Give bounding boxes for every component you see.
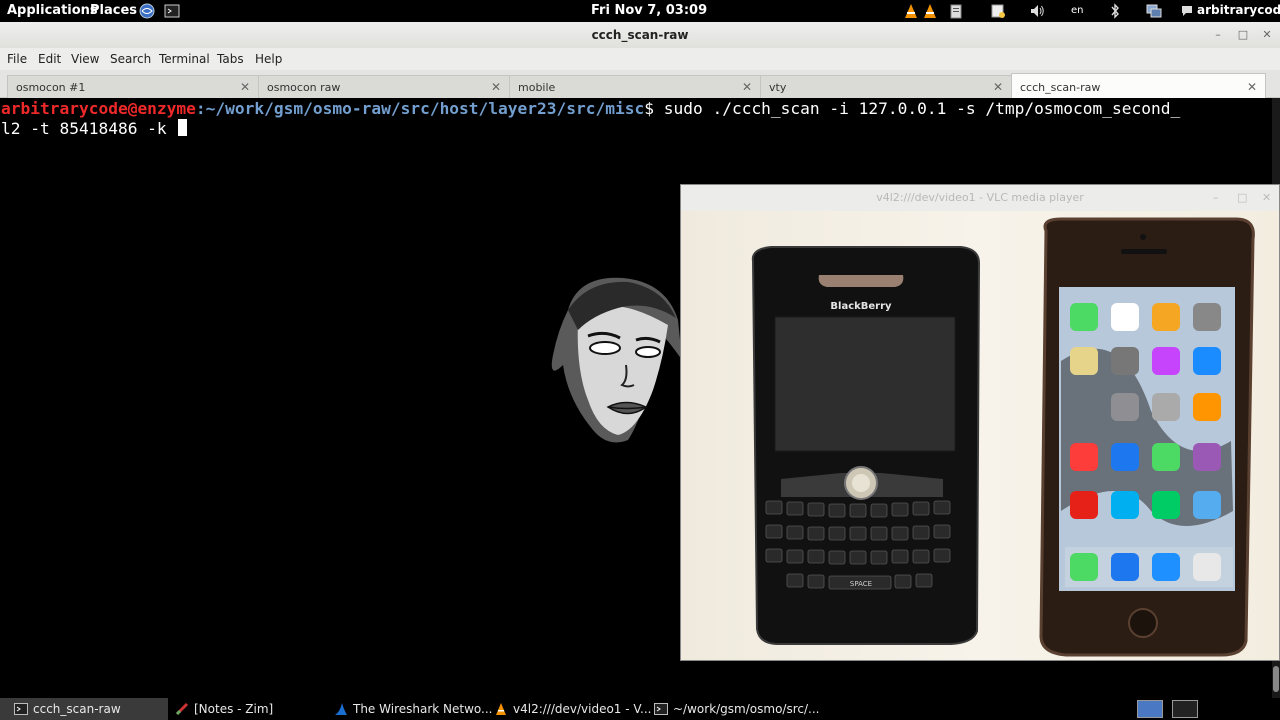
prompt-symbol: $: [644, 99, 654, 118]
volume-icon[interactable]: [1029, 3, 1045, 19]
close-tab-icon[interactable]: ✕: [1247, 80, 1257, 94]
prompt-path: :~/work/gsm/osmo-raw/src/host/layer23/sr…: [195, 99, 645, 118]
bluetooth-icon[interactable]: [1107, 3, 1123, 19]
task-notes-zim[interactable]: [Notes - Zim]: [161, 698, 321, 720]
maximize-icon[interactable]: □: [1235, 27, 1251, 43]
clock[interactable]: Fri Nov 7, 03:09: [591, 3, 707, 18]
browser-icon[interactable]: [139, 3, 155, 19]
close-icon[interactable]: ✕: [1259, 27, 1275, 43]
menu-search[interactable]: Search: [110, 52, 151, 66]
zim-icon: [175, 702, 189, 716]
prompt-user: arbitrarycode@enzyme: [1, 99, 196, 118]
chat-icon[interactable]: [1181, 3, 1193, 19]
terminal-icon: [654, 703, 668, 715]
keyboard-layout[interactable]: en: [1071, 5, 1084, 16]
menu-edit[interactable]: Edit: [38, 52, 61, 66]
command-line-1: sudo ./ccch_scan -i 127.0.0.1 -s /tmp/os…: [653, 99, 1181, 118]
task-ccch-scan-raw[interactable]: ccch_scan-raw: [0, 698, 168, 720]
tab-ccch-scan-raw[interactable]: ccch_scan-raw ✕: [1011, 73, 1266, 98]
menu-help[interactable]: Help: [255, 52, 282, 66]
vlc-title: v4l2:///dev/video1 - VLC media player: [876, 191, 1084, 204]
vlc-window[interactable]: v4l2:///dev/video1 - VLC media player – …: [680, 184, 1280, 661]
iphone-phone: [1039, 217, 1255, 657]
tab-label: mobile: [518, 81, 556, 94]
tab-osmocon-raw[interactable]: osmocon raw ✕: [258, 75, 510, 98]
tab-label: vty: [769, 81, 787, 94]
wireshark-icon: [335, 703, 347, 715]
workspace-2[interactable]: [1172, 700, 1198, 718]
user-menu[interactable]: arbitrarycode: [1197, 3, 1280, 17]
terminal-icon: [14, 703, 28, 715]
notes-icon[interactable]: [990, 3, 1006, 19]
task-label: ccch_scan-raw: [33, 702, 121, 716]
video-content: BlackBerry SPACE: [751, 217, 1255, 657]
text-cursor: [178, 119, 188, 136]
tab-vty[interactable]: vty ✕: [760, 75, 1012, 98]
workspace-1[interactable]: [1137, 700, 1163, 718]
space-key-label: SPACE: [850, 580, 872, 588]
window-title: ccch_scan-raw: [591, 28, 689, 42]
vlc-cone-icon[interactable]: [903, 3, 919, 19]
tab-label: ccch_scan-raw: [1020, 81, 1101, 94]
face-illustration: [551, 277, 682, 443]
tab-osmocon-1[interactable]: osmocon #1 ✕: [7, 75, 259, 98]
terminal-tabbar: osmocon #1 ✕ osmocon raw ✕ mobile ✕ vty …: [0, 70, 1280, 98]
task-label: [Notes - Zim]: [194, 702, 274, 716]
tab-label: osmocon raw: [267, 81, 341, 94]
vlc-minimize-icon[interactable]: –: [1213, 185, 1219, 211]
close-tab-icon[interactable]: ✕: [742, 80, 752, 94]
tab-label: osmocon #1: [16, 81, 86, 94]
blackberry-label: BlackBerry: [830, 301, 892, 312]
task-label: ~/work/gsm/osmo/src/...: [673, 702, 820, 716]
menu-terminal[interactable]: Terminal: [159, 52, 210, 66]
close-tab-icon[interactable]: ✕: [993, 80, 1003, 94]
terminal-launcher-icon[interactable]: [164, 3, 180, 19]
menu-tabs[interactable]: Tabs: [217, 52, 244, 66]
blackberry-phone: BlackBerry SPACE: [751, 246, 981, 645]
vlc-titlebar[interactable]: v4l2:///dev/video1 - VLC media player – …: [681, 185, 1279, 211]
task-terminal-osmo[interactable]: ~/work/gsm/osmo/src/...: [640, 698, 820, 720]
task-label: The Wireshark Netwo...: [353, 702, 493, 716]
top-panel: Applications Places Fri Nov 7, 03:09 en …: [0, 0, 1280, 22]
window-titlebar[interactable]: ccch_scan-raw – □ ✕: [0, 22, 1280, 48]
menubar: File Edit View Search Terminal Tabs Help: [0, 48, 1280, 70]
menu-view[interactable]: View: [71, 52, 99, 66]
vlc-maximize-icon[interactable]: □: [1237, 185, 1247, 211]
vlc-close-icon[interactable]: ✕: [1262, 185, 1271, 211]
network-icon[interactable]: [1146, 3, 1162, 19]
close-tab-icon[interactable]: ✕: [240, 80, 250, 94]
close-tab-icon[interactable]: ✕: [491, 80, 501, 94]
video-frame[interactable]: BlackBerry SPACE: [681, 211, 1279, 660]
task-label: v4l2:///dev/video1 - V...: [513, 702, 652, 716]
minimize-icon[interactable]: –: [1210, 27, 1226, 43]
tab-mobile[interactable]: mobile ✕: [509, 75, 761, 98]
applications-menu[interactable]: Applications: [7, 3, 98, 18]
vlc-cone-icon[interactable]: [922, 3, 938, 19]
scrollbar-thumb[interactable]: [1273, 666, 1279, 692]
command-line-2: l2 -t 85418486 -k: [1, 119, 177, 138]
menu-file[interactable]: File: [7, 52, 27, 66]
clipboard-icon[interactable]: [948, 3, 964, 19]
places-menu[interactable]: Places: [90, 3, 137, 18]
task-vlc[interactable]: v4l2:///dev/video1 - V...: [480, 698, 652, 720]
task-wireshark[interactable]: The Wireshark Netwo...: [320, 698, 493, 720]
vlc-icon: [496, 703, 506, 715]
bottom-taskbar: ccch_scan-raw [Notes - Zim] The Wireshar…: [0, 698, 1280, 720]
